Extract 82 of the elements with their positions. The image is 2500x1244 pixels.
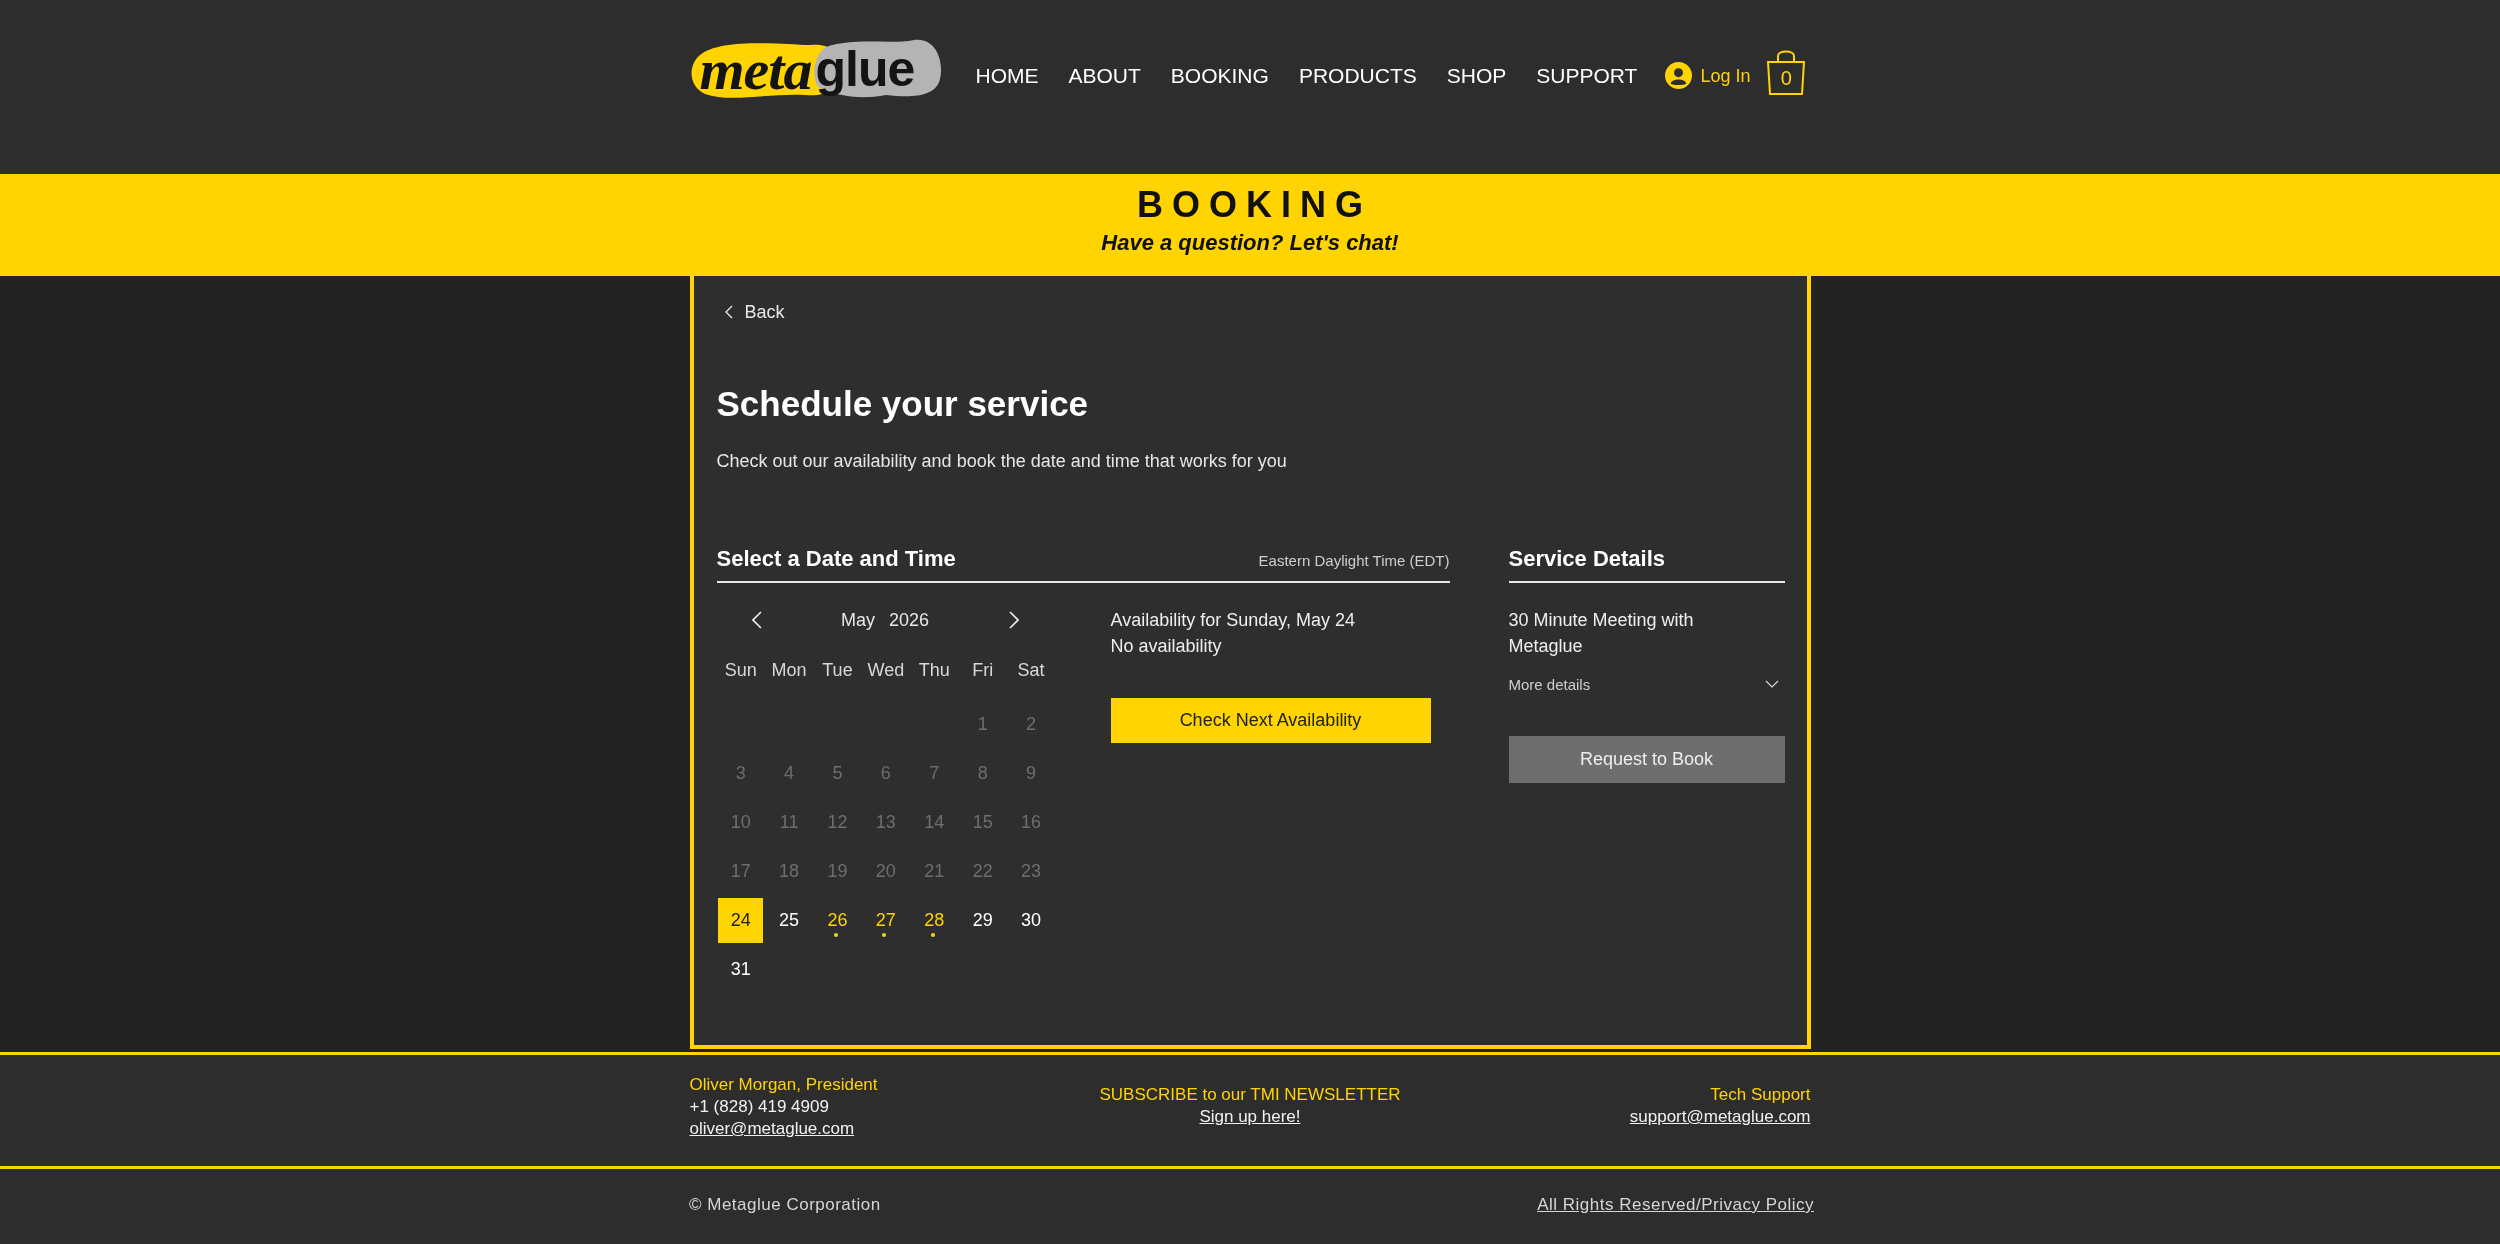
newsletter-title: SUBSCRIBE to our TMI NEWSLETTER [1099, 1084, 1401, 1106]
nav-link[interactable]: HOME [975, 61, 1039, 90]
calendar-day[interactable]: 25 [766, 898, 812, 943]
weekday-label: Sun [723, 659, 758, 681]
schedule-description: Check out our availability and book the date and time that works for you [716, 450, 1288, 473]
weekday-label: Wed [866, 659, 906, 681]
back-button[interactable]: Back [716, 298, 785, 326]
contact-name: Oliver Morgan, President [689, 1074, 878, 1096]
calendar-day: 1 [960, 702, 1006, 747]
support-email-link[interactable]: support@metaglue.com [1629, 1106, 1811, 1128]
calendar-day: 5 [814, 751, 860, 796]
availability-dot-icon [882, 933, 887, 937]
weekday-label: Mon [770, 659, 808, 681]
calendar-day: 22 [960, 849, 1006, 894]
calendar-day: 8 [960, 751, 1006, 796]
calendar-day: 2 [1008, 702, 1054, 747]
calendar-day[interactable]: 28 [910, 898, 959, 943]
calendar-day: 11 [766, 800, 812, 845]
calendar-day: 18 [766, 849, 812, 894]
calendar-day: 12 [814, 800, 860, 845]
nav-link[interactable]: SHOP [1446, 61, 1507, 90]
signup-link[interactable]: Sign up here! [1199, 1106, 1301, 1128]
login-button[interactable]: Log In [1665, 61, 1751, 90]
timezone-label: Eastern Daylight Time (EDT) [1258, 552, 1450, 569]
calendar-day[interactable]: 30 [1008, 898, 1054, 943]
schedule-title: Schedule your service [716, 383, 1090, 425]
calendar-day: 14 [911, 800, 957, 845]
banner-subtitle: Have a question? Let's chat! [1101, 229, 1399, 257]
banner-title: BOOKING [1137, 184, 1372, 226]
calendar-day[interactable]: 26 [813, 898, 862, 943]
previous-month-button[interactable] [750, 610, 763, 630]
calendar-day[interactable]: 31 [718, 947, 764, 992]
copyright-text: © Metaglue Corporation [689, 1195, 881, 1215]
section-heading: Service Details [1508, 545, 1666, 573]
calendar-day: 21 [911, 849, 957, 894]
support-title: Tech Support [1710, 1084, 1811, 1106]
weekday-label: Sat [1016, 659, 1046, 681]
calendar-day[interactable]: 29 [960, 898, 1006, 943]
month-label: May [840, 609, 875, 631]
nav-link[interactable]: SUPPORT [1536, 61, 1638, 90]
year-label: 2026 [889, 609, 930, 631]
availability-heading: Availability for Sunday, May 24 [1110, 609, 1356, 632]
calendar-day: 16 [1008, 800, 1054, 845]
calendar-day: 13 [863, 800, 909, 845]
calendar-day: 3 [718, 751, 764, 796]
weekday-label: Tue [821, 659, 854, 681]
calendar-day: 15 [960, 800, 1006, 845]
calendar-day: 17 [718, 849, 764, 894]
calendar-day: 9 [1008, 751, 1054, 796]
calendar-day: 4 [766, 751, 812, 796]
chevron-down-icon [1764, 680, 1779, 688]
availability-dot-icon [833, 933, 838, 937]
more-details-toggle[interactable]: More details [1508, 672, 1785, 696]
nav-link[interactable]: PRODUCTS [1298, 61, 1417, 90]
contact-email-link[interactable]: oliver@metaglue.com [689, 1118, 855, 1140]
contact-phone: +1 (828) 419 4909 [689, 1096, 829, 1118]
logo[interactable]: metaglue [689, 35, 942, 104]
request-to-book-button: Request to Book [1508, 736, 1785, 783]
weekday-label: Thu [917, 659, 951, 681]
user-icon [1665, 62, 1693, 89]
weekday-label: Fri [971, 659, 995, 681]
service-name: 30 Minute Meeting with Metaglue [1508, 609, 1695, 658]
calendar-day: 23 [1008, 849, 1054, 894]
nav-link[interactable]: ABOUT [1068, 61, 1141, 90]
calendar-day: 19 [814, 849, 860, 894]
availability-message: No availability [1110, 635, 1223, 658]
section-heading: Select a Date and Time [716, 545, 956, 573]
chevron-right-icon [1008, 611, 1019, 629]
chevron-left-icon [751, 611, 762, 629]
calendar-day: 10 [718, 800, 764, 845]
calendar-day: 6 [863, 751, 909, 796]
availability-dot-icon [930, 933, 935, 937]
check-next-availability-button[interactable]: Check Next Availability [1110, 698, 1431, 743]
calendar-day: 20 [863, 849, 909, 894]
calendar-day[interactable]: 24 [718, 898, 764, 943]
calendar-day[interactable]: 27 [861, 898, 911, 943]
calendar-day: 7 [911, 751, 957, 796]
cart-button[interactable]: 0 [1766, 45, 1807, 96]
legal-link[interactable]: All Rights Reserved/Privacy Policy [1537, 1195, 1814, 1215]
next-month-button[interactable] [1007, 610, 1020, 630]
chevron-left-icon [724, 305, 733, 319]
nav-link[interactable]: BOOKING [1170, 61, 1269, 90]
